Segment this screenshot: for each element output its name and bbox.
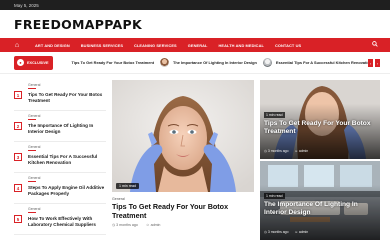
post-title[interactable]: Steps To Apply Engine Oil Additive Packa… [28, 185, 106, 197]
item-number: 5 [14, 215, 22, 223]
ticker-thumbnail [59, 58, 68, 67]
list-item[interactable]: 2 General The Importance Of Lighting In … [14, 111, 106, 142]
ticker-item[interactable]: The Importance Of Lighting In Interior D… [160, 58, 257, 67]
read-time-badge: 1 min read [264, 193, 285, 199]
item-number: 4 [14, 184, 22, 192]
nav-item-health-and-medical[interactable]: HEALTH AND MEDICAL [219, 43, 264, 48]
site-header: FREEDOMAPPAPK [0, 10, 390, 38]
nav-item-cleaning-services[interactable]: CLEANING SERVICES [134, 43, 177, 48]
post-category[interactable]: General [112, 197, 254, 201]
main-content: 1 General Tips To Get Ready For Your Bot… [14, 80, 380, 240]
list-item[interactable]: 4 General Steps To Apply Engine Oil Addi… [14, 173, 106, 204]
list-item[interactable]: 1 General Tips To Get Ready For Your Bot… [14, 80, 106, 111]
post-category[interactable]: General [28, 176, 106, 182]
post-date: ◷ 3 months ago [112, 223, 138, 228]
bolt-icon: ● [17, 59, 24, 66]
post-title[interactable]: The Importance Of Lighting In Interior D… [28, 123, 106, 135]
nav-item-art-and-design[interactable]: ART AND DESIGN [35, 43, 70, 48]
current-date: May 5, 2025 [14, 2, 39, 8]
search-icon[interactable] [372, 41, 378, 49]
ticker-controls: ‹ › [368, 59, 380, 67]
post-title[interactable]: Tips To Get Ready For Your Botox Treatme… [264, 120, 376, 136]
post-card[interactable]: 1 min read Tips To Get Ready For Your Bo… [260, 80, 380, 159]
post-date: ◷ 3 months ago [264, 230, 289, 234]
ticker-item[interactable]: Tips To Get Ready For Your Botox Treatme… [59, 58, 155, 67]
post-meta: ◷ 3 months ago ☺ admin [264, 230, 308, 234]
read-time-badge: 1 min read [264, 112, 285, 118]
ticker-thumbnail [262, 58, 272, 67]
featured-image[interactable]: 1 min read [112, 80, 254, 192]
site-logo[interactable]: FREEDOMAPPAPK [14, 17, 142, 32]
news-ticker: ● EXCLUSIVE Tips To Get Ready For Your B… [0, 52, 390, 74]
ticker-thumbnail [160, 58, 170, 67]
numbered-post-list: 1 General Tips To Get Ready For Your Bot… [14, 80, 106, 235]
post-category[interactable]: General [28, 83, 106, 89]
post-title[interactable]: How To Work Effectively With Laboratory … [28, 216, 106, 228]
home-icon[interactable]: ⌂ [10, 42, 24, 49]
post-author[interactable]: ☺ admin [294, 230, 308, 234]
post-meta: ◷ 3 months ago ☺ admin [264, 149, 308, 153]
item-number: 1 [14, 91, 22, 99]
main-navigation: ⌂ ART AND DESIGN BUSINESS SERVICES CLEAN… [0, 38, 390, 52]
nav-item-business-services[interactable]: BUSINESS SERVICES [81, 43, 123, 48]
post-author[interactable]: ☺ admin [146, 223, 160, 227]
post-title[interactable]: Essential Tips For A Successful Kitchen … [28, 154, 106, 166]
nav-item-general[interactable]: GENERAL [188, 43, 208, 48]
chevron-left-icon[interactable]: ‹ [368, 59, 373, 67]
post-author[interactable]: ☺ admin [294, 149, 308, 153]
featured-post: 1 min read General Tips To Get Ready For… [112, 80, 254, 240]
post-title[interactable]: Tips To Get Ready For Your Botox Treatme… [112, 202, 254, 220]
post-meta: ◷ 3 months ago ☺ admin [112, 223, 254, 227]
list-item[interactable]: 3 General Essential Tips For A Successfu… [14, 142, 106, 173]
post-date: ◷ 3 months ago [264, 149, 289, 153]
item-number: 3 [14, 153, 22, 161]
chevron-right-icon[interactable]: › [375, 59, 380, 67]
side-posts: 1 min read Tips To Get Ready For Your Bo… [260, 80, 380, 240]
read-time-badge: 1 min read [116, 183, 139, 189]
post-category[interactable]: General [28, 207, 106, 213]
ticker-label: ● EXCLUSIVE [14, 55, 53, 70]
top-bar: May 5, 2025 [0, 0, 390, 10]
post-category[interactable]: General [28, 114, 106, 120]
post-card[interactable]: 1 min read The Importance Of Lighting In… [260, 161, 380, 240]
item-number: 2 [14, 122, 22, 130]
post-category[interactable]: General [28, 145, 106, 151]
post-title[interactable]: The Importance Of Lighting In Interior D… [264, 201, 376, 217]
list-item[interactable]: 5 General How To Work Effectively With L… [14, 204, 106, 235]
nav-item-contact-us[interactable]: CONTACT US [275, 43, 301, 48]
post-title[interactable]: Tips To Get Ready For Your Botox Treatme… [28, 92, 106, 104]
ticker-item[interactable]: Essential Tips For A Successful Kitchen … [262, 58, 372, 67]
